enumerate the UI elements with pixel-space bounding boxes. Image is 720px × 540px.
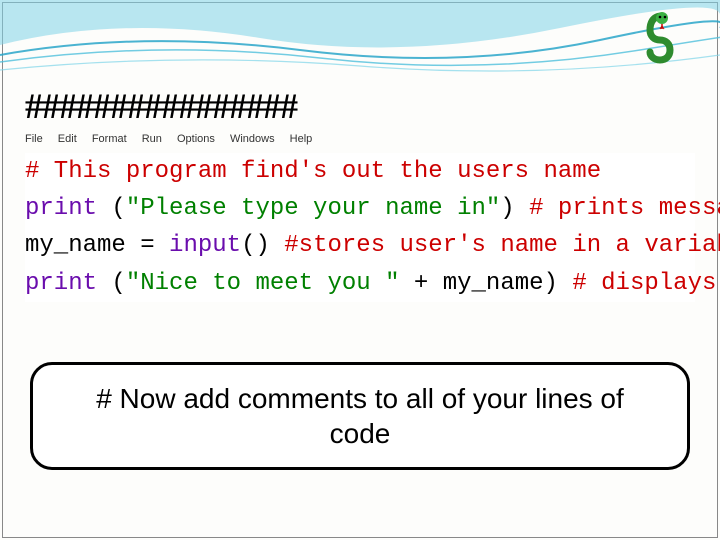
code-string: "Please type your name in" bbox=[126, 195, 500, 222]
code-text bbox=[515, 195, 529, 222]
code-comment: # This program find's out the users name bbox=[25, 158, 601, 185]
python-snake-icon bbox=[632, 8, 692, 68]
code-func: print bbox=[25, 270, 97, 297]
wave-decoration bbox=[0, 0, 720, 80]
idle-menu-bar: File Edit Format Run Options Windows Hel… bbox=[25, 131, 695, 147]
instruction-callout: # Now add comments to all of your lines … bbox=[30, 362, 690, 470]
menu-options: Options bbox=[177, 133, 215, 145]
code-paren: ) bbox=[544, 270, 558, 297]
menu-format: Format bbox=[92, 133, 127, 145]
code-paren: ( bbox=[111, 195, 125, 222]
code-text bbox=[558, 270, 572, 297]
code-block: # This program find's out the users name… bbox=[25, 153, 695, 302]
code-paren: ) bbox=[500, 195, 514, 222]
hash-title: ################ bbox=[25, 85, 695, 127]
code-var: my_name bbox=[25, 232, 126, 259]
code-comment: # displays message bbox=[572, 270, 720, 297]
menu-help: Help bbox=[290, 133, 313, 145]
code-comment: # prints message to user bbox=[529, 195, 720, 222]
code-var: my_name bbox=[443, 270, 544, 297]
menu-edit: Edit bbox=[58, 133, 77, 145]
code-comment: #stores user's name in a variable bbox=[284, 232, 720, 259]
code-op: + bbox=[399, 270, 442, 297]
menu-windows: Windows bbox=[230, 133, 275, 145]
code-op: = bbox=[126, 232, 169, 259]
code-paren: ( bbox=[111, 270, 125, 297]
menu-file: File bbox=[25, 133, 43, 145]
code-string: "Nice to meet you " bbox=[126, 270, 400, 297]
code-text bbox=[270, 232, 284, 259]
code-func: print bbox=[25, 195, 97, 222]
code-text bbox=[97, 270, 111, 297]
slide-content: ################ File Edit Format Run Op… bbox=[25, 85, 695, 302]
code-text bbox=[97, 195, 111, 222]
code-func: input bbox=[169, 232, 241, 259]
code-paren: () bbox=[241, 232, 270, 259]
menu-run: Run bbox=[142, 133, 162, 145]
